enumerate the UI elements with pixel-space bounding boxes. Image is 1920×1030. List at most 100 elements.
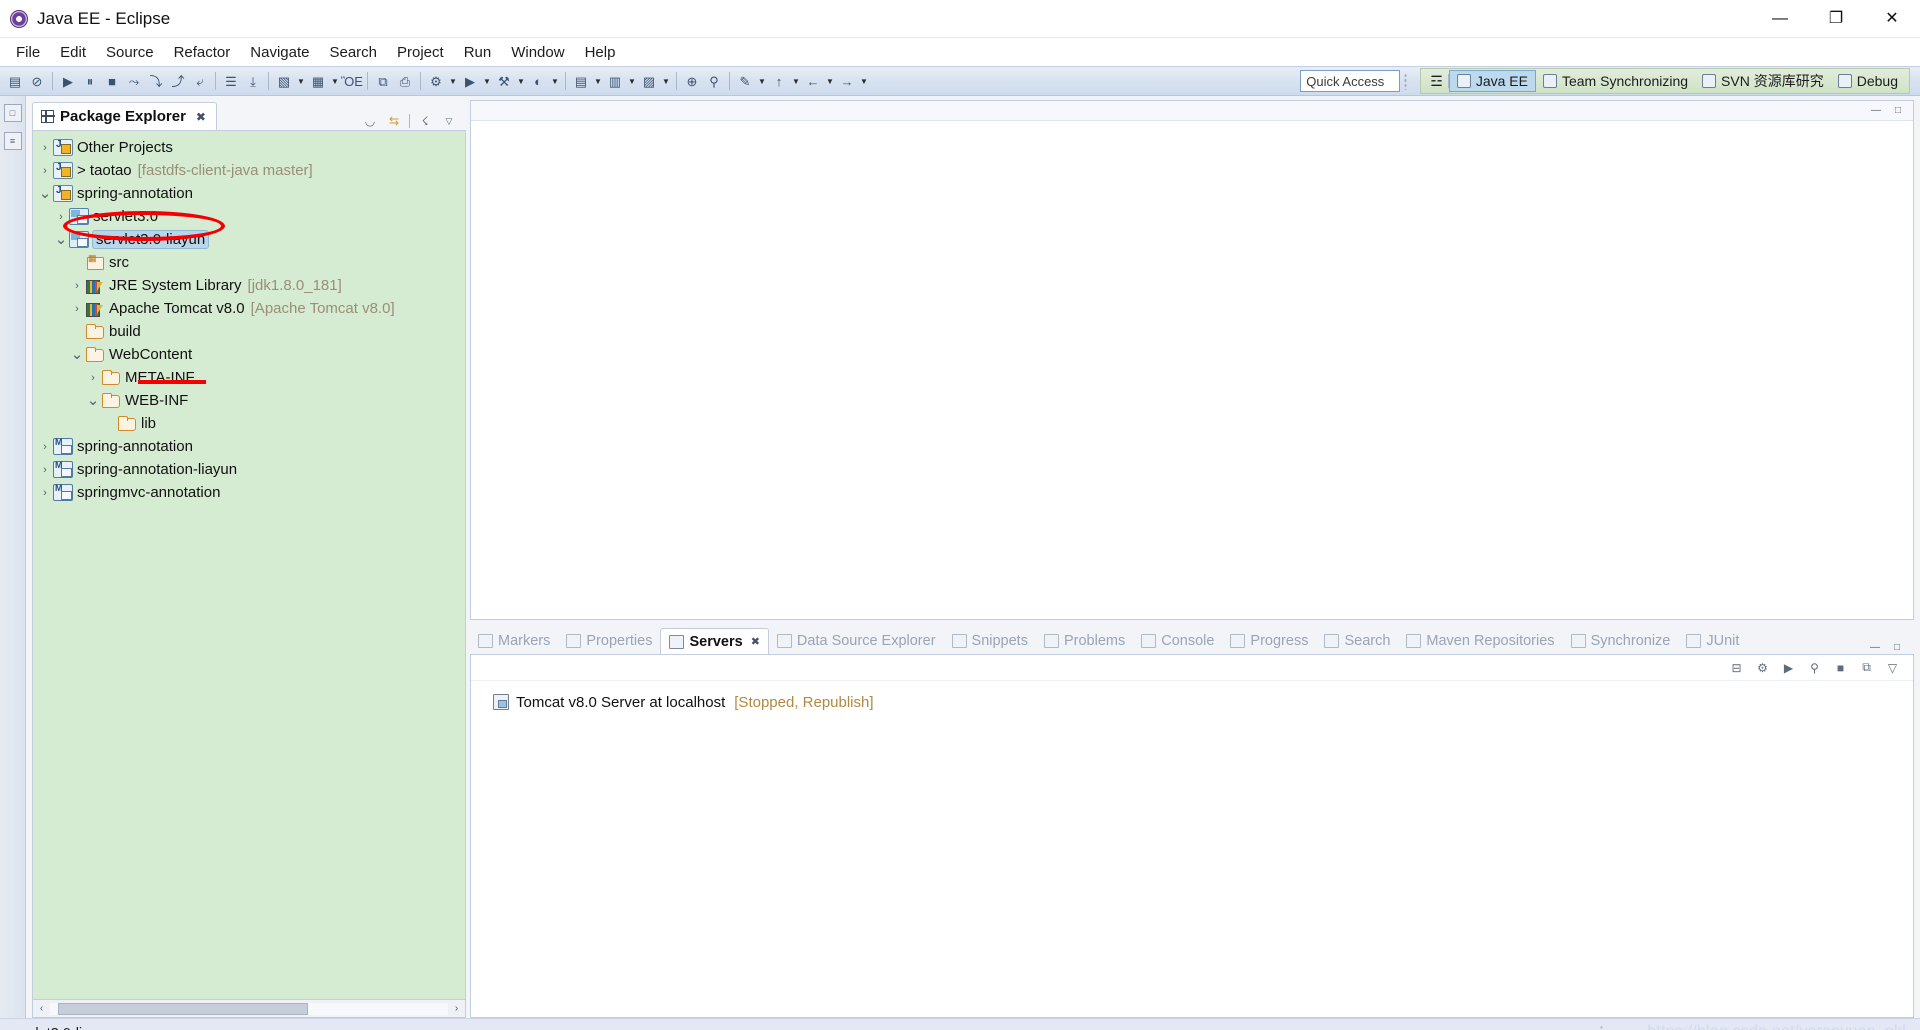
new-jsp-icon[interactable]: ▥ — [604, 70, 626, 92]
suspend-icon[interactable]: ⏸ — [79, 70, 101, 92]
forward-caret-icon[interactable]: ▼ — [858, 77, 870, 86]
minimize-view-icon[interactable]: ▽ — [440, 112, 458, 130]
tab-junit[interactable]: JUnit — [1678, 628, 1747, 654]
tree-item-src[interactable]: src — [33, 251, 465, 274]
close-icon[interactable]: ✖ — [751, 635, 760, 648]
tab-servers[interactable]: Servers ✖ — [660, 628, 769, 654]
tree-item-lib[interactable]: lib — [33, 412, 465, 435]
publish-server-icon[interactable]: ⧉ — [1858, 660, 1875, 676]
back-icon[interactable]: ← — [802, 70, 824, 92]
new-server-icon[interactable]: ⊟ — [1728, 660, 1745, 676]
tree-item-spring-annotation-root[interactable]: ⌄ spring-annotation — [33, 182, 465, 205]
perspective-java-ee-perspective-icon[interactable]: Java EE — [1448, 70, 1536, 92]
chevron-right-icon[interactable]: › — [37, 464, 53, 476]
search-icon[interactable]: ⚲ — [703, 70, 725, 92]
quick-access-input[interactable]: Quick Access — [1300, 70, 1401, 92]
menu-source[interactable]: Source — [96, 41, 164, 64]
minimize-editor-icon[interactable]: — — [1869, 104, 1883, 117]
perspective-team-sync-perspective-icon[interactable]: Team Synchronizing — [1536, 70, 1695, 92]
chevron-right-icon[interactable]: › — [53, 211, 69, 223]
tab-maven-repositories[interactable]: Maven Repositories — [1398, 628, 1562, 654]
debug-icon[interactable]: ⚙ — [425, 70, 447, 92]
chevron-right-icon[interactable]: › — [69, 280, 85, 292]
scroll-thumb[interactable] — [58, 1002, 308, 1015]
tab-markers[interactable]: Markers — [470, 628, 558, 654]
minimize-panel-icon[interactable]: — — [1868, 641, 1882, 654]
toolbar-drag-handle[interactable] — [1403, 72, 1410, 90]
restore-view-icon[interactable]: □ — [3, 104, 22, 122]
tree-item-springmvc-annotation[interactable]: › springmvc-annotation — [33, 481, 465, 504]
view-menu-icon[interactable]: ☇ — [416, 112, 434, 130]
forward-icon[interactable]: → — [836, 70, 858, 92]
editor-area[interactable]: — □ — [470, 100, 1914, 620]
open-task-icon[interactable]: ⤓ — [242, 70, 264, 92]
tab-synchronize[interactable]: Synchronize — [1563, 628, 1679, 654]
new-java-project-icon[interactable]: ▧ — [273, 70, 295, 92]
tree-item-meta-inf[interactable]: › META-INF — [33, 366, 465, 389]
run-server-icon[interactable]: ◐ — [527, 70, 549, 92]
chevron-down-icon[interactable]: ⌄ — [69, 347, 85, 362]
step-return-icon[interactable]: ⤶ — [189, 70, 211, 92]
close-button[interactable]: ✕ — [1864, 0, 1920, 38]
external-tools-icon[interactable]: ⚒ — [493, 70, 515, 92]
new-wizard-file-icon[interactable]: ▦ — [307, 70, 329, 92]
menu-project[interactable]: Project — [387, 41, 454, 64]
tree-item-taotao[interactable]: › > taotao [fastdfs-client-java master] — [33, 159, 465, 182]
tab-data-source-explorer[interactable]: Data Source Explorer — [769, 628, 944, 654]
tab-package-explorer[interactable]: Package Explorer ✖ — [32, 102, 217, 130]
save-all-icon[interactable]: ⧉ — [372, 70, 394, 92]
print-icon[interactable]: ⎙ — [394, 70, 416, 92]
chevron-right-icon[interactable]: › — [85, 372, 101, 384]
scroll-right-button[interactable]: › — [448, 1001, 465, 1017]
run-icon[interactable]: ▶ — [459, 70, 481, 92]
xml-caret-icon[interactable]: ▼ — [592, 77, 604, 86]
open-perspective-icon[interactable]: ☲ — [1425, 70, 1448, 92]
tree-item-apache-tomcat[interactable]: › Apache Tomcat v8.0 [Apache Tomcat v8.0] — [33, 297, 465, 320]
chevron-down-icon[interactable]: ⌄ — [53, 232, 69, 247]
tree-item-jre-system-library[interactable]: › JRE System Library [jdk1.8.0_181] — [33, 274, 465, 297]
external-caret-icon[interactable]: ▼ — [515, 77, 527, 86]
servers-view-body[interactable]: ⊟ ⚙ ▶ ⚲ ■ ⧉ ▽ Tomcat v8.0 Server at localhost [… — [470, 654, 1914, 1018]
explorer-horizontal-scrollbar[interactable]: ‹ › — [32, 1000, 466, 1018]
annotation-caret-icon[interactable]: ▼ — [790, 77, 802, 86]
debug-caret-icon[interactable]: ▼ — [447, 77, 459, 86]
view-menu-icon[interactable]: ▽ — [1884, 660, 1901, 676]
status-resize-handle[interactable] — [1600, 1025, 1605, 1030]
new-menu-caret-icon[interactable]: ▼ — [295, 77, 307, 86]
tree-item-build[interactable]: build — [33, 320, 465, 343]
servlet-caret-icon[interactable]: ▼ — [660, 77, 672, 86]
stop-server-icon[interactable]: ■ — [1832, 660, 1849, 676]
resume-icon[interactable]: ▶ — [57, 70, 79, 92]
new-xml-icon[interactable]: ▤ — [570, 70, 592, 92]
tree-item-spring-annotation-liayun[interactable]: › spring-annotation-liayun — [33, 458, 465, 481]
run-caret-icon[interactable]: ▼ — [481, 77, 493, 86]
no-edit-icon[interactable]: ⊘ — [26, 70, 48, 92]
menu-navigate[interactable]: Navigate — [240, 41, 319, 64]
save-icon[interactable]: ὋE — [341, 70, 363, 92]
menu-help[interactable]: Help — [575, 41, 626, 64]
tab-progress[interactable]: Progress — [1222, 628, 1316, 654]
chevron-right-icon[interactable]: › — [37, 165, 53, 177]
start-server-icon[interactable]: ▶ — [1780, 660, 1797, 676]
disconnect-icon[interactable]: ⤳ — [123, 70, 145, 92]
package-explorer-tree[interactable]: › Other Projects › > taotao [fastdfs-client-… — [32, 130, 466, 1000]
back-caret-icon[interactable]: ▼ — [824, 77, 836, 86]
menu-window[interactable]: Window — [501, 41, 574, 64]
new-file-caret-icon[interactable]: ▼ — [329, 77, 341, 86]
tree-item-servlet30[interactable]: › servlet3.0 — [33, 205, 465, 228]
maximize-panel-icon[interactable]: □ — [1890, 641, 1904, 654]
tree-item-webcontent[interactable]: ⌄ WebContent — [33, 343, 465, 366]
perspective-svn-perspective-icon[interactable]: SVN 资源库研究 — [1695, 70, 1831, 92]
maximize-editor-icon[interactable]: □ — [1891, 104, 1905, 117]
web-browser-icon[interactable]: ⊕ — [681, 70, 703, 92]
chevron-right-icon[interactable]: › — [37, 487, 53, 499]
tab-search[interactable]: Search — [1316, 628, 1398, 654]
scroll-left-button[interactable]: ‹ — [33, 1001, 50, 1017]
edit-caret-icon[interactable]: ▼ — [756, 77, 768, 86]
chevron-down-icon[interactable]: ⌄ — [37, 186, 53, 201]
tree-item-web-inf[interactable]: ⌄ WEB-INF — [33, 389, 465, 412]
open-type-icon[interactable]: ☰ — [220, 70, 242, 92]
link-with-editor-icon[interactable]: ⇆ — [385, 112, 403, 130]
outline-view-icon[interactable]: ≡ — [3, 132, 22, 150]
menu-file[interactable]: File — [6, 41, 50, 64]
